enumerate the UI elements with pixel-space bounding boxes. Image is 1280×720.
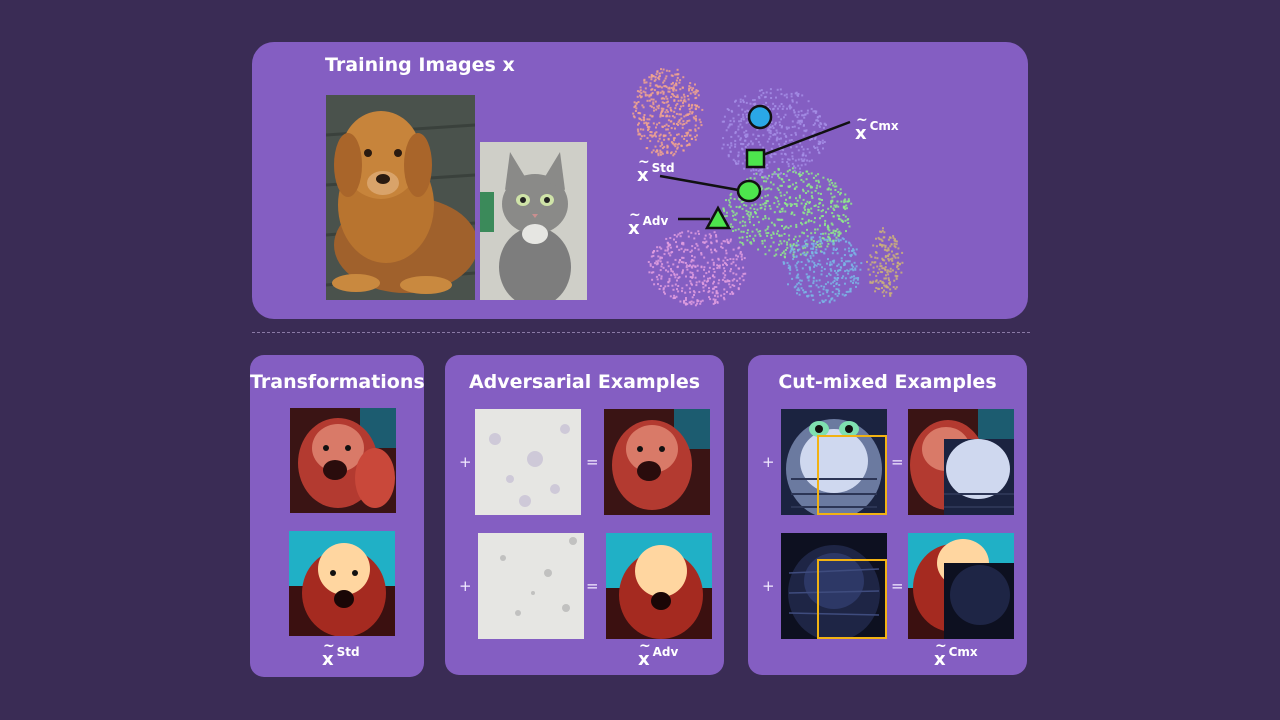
cutmix-title: Cut-mixed Examples [778,371,997,393]
embedding-label-cmx: ~ x Cmx [855,112,899,144]
adversarial-title: Adversarial Examples [468,371,701,393]
equals-sign-1: = [586,453,599,471]
cutmix-box-1 [817,435,887,515]
adversarial-noise-2 [478,533,584,639]
equals-sign-2: = [586,577,599,595]
embedding-clusters [632,68,904,307]
training-images-title: Training Images x [325,54,515,76]
adversarial-noise-1 [475,409,581,515]
adv-superscript: Adv [642,214,669,228]
cutmix-label: ~ x Cmx [934,638,978,670]
adv-superscript: Adv [652,645,679,659]
transformations-label: ~ x Std [322,638,360,670]
cutmix-box-2 [817,559,887,639]
green-square-marker [745,148,766,169]
section-divider [252,332,1030,333]
plus-sign-2: + [762,577,775,595]
std-superscript: Std [651,161,675,175]
adversarial-label: ~ x Adv [638,638,679,670]
cutmix-cat-1 [781,409,887,515]
training-images-panel: Training Images x ~ x Cmx ~ x Std ~ x Ad… [252,42,1028,319]
transformed-dog-1 [290,408,396,513]
cutmix-panel: Cut-mixed Examples + = + = ~ x Cmx [748,355,1027,675]
embedding-label-adv: ~ x Adv [628,207,669,239]
green-triangle-marker [704,205,732,230]
std-superscript: Std [336,645,360,659]
plus-sign-1: + [459,453,472,471]
blue-circle-marker [747,104,773,130]
adversarial-panel: Adversarial Examples + = + = ~ x Adv [445,355,724,675]
plus-sign-1: + [762,453,775,471]
dog-photo [326,95,475,300]
adversarial-dog-1 [604,409,710,515]
transformed-dog-2 [289,531,395,636]
cutmix-cat-2 [781,533,887,639]
embedding-label-std: ~ x Std [637,154,675,186]
plus-sign-2: + [459,577,472,595]
transformations-title: Transformations [250,371,425,393]
adversarial-dog-2 [606,533,712,639]
cat-photo [480,142,587,300]
cmx-superscript: Cmx [948,645,978,659]
cutmix-result-2 [908,533,1014,639]
green-circle-marker [736,179,762,203]
embedding-scatter [632,68,904,307]
cmx-superscript: Cmx [869,119,899,133]
transformations-panel: Transformations ~ x Std [250,355,425,677]
cutmix-result-1 [908,409,1014,515]
equals-sign-2: = [891,577,904,595]
equals-sign-1: = [891,453,904,471]
